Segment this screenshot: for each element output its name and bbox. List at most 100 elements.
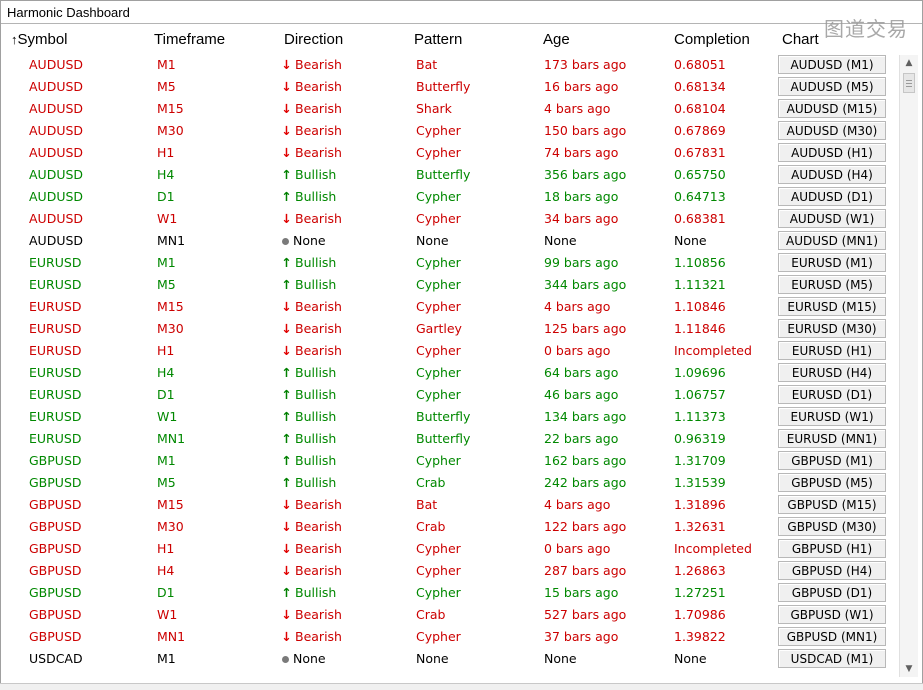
pattern-cell: Cypher	[416, 299, 461, 314]
dot-icon	[282, 655, 289, 663]
direction-label: None	[293, 651, 326, 666]
pattern-cell: Crab	[416, 475, 446, 490]
column-header-direction[interactable]: Direction	[284, 31, 343, 48]
open-chart-button[interactable]: GBPUSD (H1)	[778, 539, 886, 558]
pattern-cell: Cypher	[416, 629, 461, 644]
open-chart-button[interactable]: GBPUSD (M15)	[778, 495, 886, 514]
open-chart-button[interactable]: EURUSD (M30)	[778, 319, 886, 338]
symbol-cell: GBPUSD	[29, 607, 82, 622]
open-chart-button[interactable]: EURUSD (D1)	[778, 385, 886, 404]
timeframe-cell: M1	[157, 651, 176, 666]
symbol-cell: GBPUSD	[29, 585, 82, 600]
table-row: EURUSD M15 ↓ Bearish Cypher 4 bars ago 1.10846…	[1, 296, 901, 318]
open-chart-button[interactable]: GBPUSD (MN1)	[778, 627, 886, 646]
direction-cell: ↓ Bearish	[280, 563, 342, 578]
open-chart-button[interactable]: GBPUSD (W1)	[778, 605, 886, 624]
column-header-completion[interactable]: Completion	[674, 31, 750, 48]
open-chart-button[interactable]: AUDUSD (D1)	[778, 187, 886, 206]
open-chart-button[interactable]: EURUSD (H1)	[778, 341, 886, 360]
open-chart-button[interactable]: AUDUSD (W1)	[778, 209, 886, 228]
scrollbar-thumb[interactable]	[903, 73, 915, 93]
direction-cell: ↑ Bullish	[280, 409, 336, 424]
open-chart-button[interactable]: EURUSD (H4)	[778, 363, 886, 382]
vertical-scrollbar[interactable]: ▲ ▼	[899, 55, 918, 677]
symbol-cell: EURUSD	[29, 431, 82, 446]
symbol-cell: AUDUSD	[29, 145, 84, 160]
open-chart-button[interactable]: GBPUSD (M1)	[778, 451, 886, 470]
timeframe-cell: M1	[157, 57, 176, 72]
open-chart-button[interactable]: EURUSD (M1)	[778, 253, 886, 272]
table-row: GBPUSD MN1 ↓ Bearish Cypher 37 bars ago 1.3982…	[1, 626, 901, 648]
completion-cell: 0.68134	[674, 79, 726, 94]
open-chart-button[interactable]: AUDUSD (H4)	[778, 165, 886, 184]
symbol-cell: GBPUSD	[29, 563, 82, 578]
scroll-up-arrow-icon[interactable]: ▲	[900, 55, 918, 71]
completion-cell: Incompleted	[674, 541, 752, 556]
arrow-down-icon: ↓	[281, 211, 292, 226]
direction-label: Bullish	[295, 277, 337, 292]
open-chart-button[interactable]: USDCAD (M1)	[778, 649, 886, 668]
direction-label: Bearish	[295, 211, 342, 226]
pattern-cell: None	[416, 233, 449, 248]
age-cell: 4 bars ago	[544, 101, 611, 116]
symbol-cell: EURUSD	[29, 255, 82, 270]
symbol-cell: EURUSD	[29, 343, 82, 358]
direction-cell: ↑ Bullish	[280, 453, 336, 468]
table-row: AUDUSD H4 ↑ Bullish Butterfly 356 bars ago 0.6…	[1, 164, 901, 186]
pattern-cell: Cypher	[416, 211, 461, 226]
direction-label: Bearish	[295, 497, 342, 512]
direction-cell: ↑ Bullish	[280, 167, 336, 182]
open-chart-button[interactable]: EURUSD (M5)	[778, 275, 886, 294]
age-cell: 125 bars ago	[544, 321, 627, 336]
column-header-symbol[interactable]: ↑Symbol	[11, 31, 68, 48]
open-chart-button[interactable]: GBPUSD (D1)	[778, 583, 886, 602]
open-chart-button[interactable]: AUDUSD (H1)	[778, 143, 886, 162]
direction-label: Bearish	[295, 123, 342, 138]
column-header-pattern[interactable]: Pattern	[414, 31, 462, 48]
column-header-chart[interactable]: Chart	[782, 31, 819, 48]
direction-label: Bearish	[295, 321, 342, 336]
column-header-age[interactable]: Age	[543, 31, 570, 48]
window-title: Harmonic Dashboard	[7, 5, 130, 20]
timeframe-cell: M5	[157, 277, 176, 292]
timeframe-cell: MN1	[157, 233, 186, 248]
pattern-cell: Cypher	[416, 343, 461, 358]
age-cell: 150 bars ago	[544, 123, 627, 138]
direction-cell: ↓ Bearish	[280, 101, 342, 116]
open-chart-button[interactable]: AUDUSD (M5)	[778, 77, 886, 96]
completion-cell: 1.39822	[674, 629, 726, 644]
open-chart-button[interactable]: GBPUSD (H4)	[778, 561, 886, 580]
age-cell: 344 bars ago	[544, 277, 627, 292]
direction-label: Bullish	[295, 409, 337, 424]
arrow-up-icon: ↑	[281, 387, 292, 402]
scroll-down-arrow-icon[interactable]: ▼	[900, 661, 918, 677]
open-chart-button[interactable]: GBPUSD (M5)	[778, 473, 886, 492]
open-chart-button[interactable]: AUDUSD (MN1)	[778, 231, 886, 250]
age-cell: 0 bars ago	[544, 541, 611, 556]
direction-cell: ↓ Bearish	[280, 519, 342, 534]
pattern-cell: Bat	[416, 57, 438, 72]
age-cell: 64 bars ago	[544, 365, 619, 380]
open-chart-button[interactable]: GBPUSD (M30)	[778, 517, 886, 536]
direction-label: Bearish	[295, 145, 342, 160]
table-row: GBPUSD M30 ↓ Bearish Crab 122 bars ago 1.32631…	[1, 516, 901, 538]
age-cell: 0 bars ago	[544, 343, 611, 358]
open-chart-button[interactable]: AUDUSD (M1)	[778, 55, 886, 74]
direction-cell: ↑ Bullish	[280, 277, 336, 292]
open-chart-button[interactable]: EURUSD (W1)	[778, 407, 886, 426]
open-chart-button[interactable]: EURUSD (M15)	[778, 297, 886, 316]
direction-label: Bullish	[295, 475, 337, 490]
column-header-timeframe[interactable]: Timeframe	[154, 31, 225, 48]
timeframe-cell: H1	[157, 343, 175, 358]
age-cell: 173 bars ago	[544, 57, 627, 72]
age-cell: 22 bars ago	[544, 431, 619, 446]
table-row: GBPUSD M1 ↑ Bullish Cypher 162 bars ago 1.3170…	[1, 450, 901, 472]
open-chart-button[interactable]: EURUSD (MN1)	[778, 429, 886, 448]
age-cell: 356 bars ago	[544, 167, 627, 182]
pattern-cell: Bat	[416, 497, 438, 512]
age-cell: 37 bars ago	[544, 629, 619, 644]
open-chart-button[interactable]: AUDUSD (M15)	[778, 99, 886, 118]
open-chart-button[interactable]: AUDUSD (M30)	[778, 121, 886, 140]
direction-cell: None	[280, 233, 326, 248]
direction-label: Bearish	[295, 629, 342, 644]
